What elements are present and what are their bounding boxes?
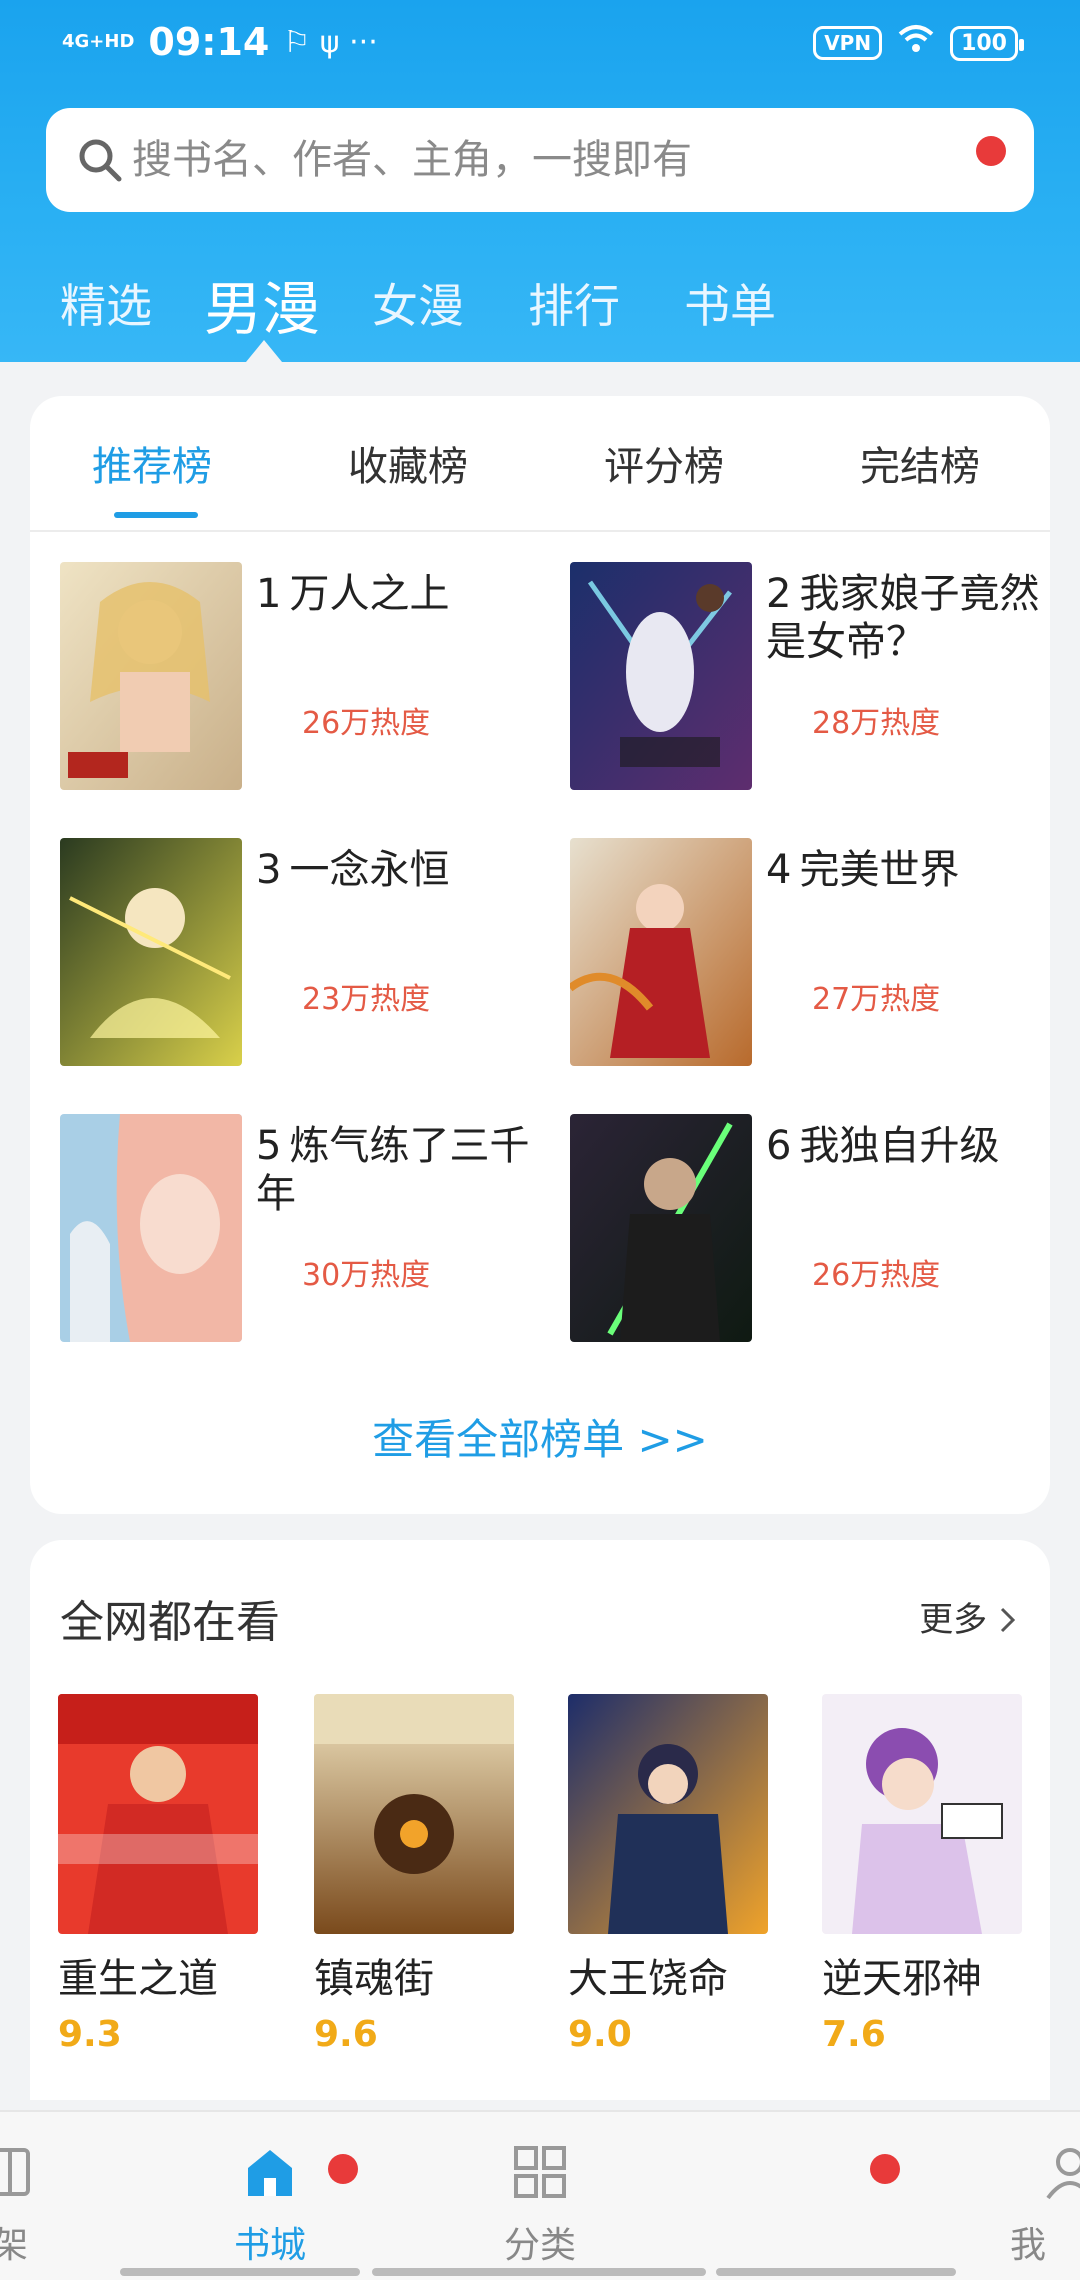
more-link[interactable]: 更多: [919, 1592, 1018, 1641]
nav-label: 架: [0, 2225, 28, 2266]
nav-label: 书城: [233, 2225, 306, 2266]
rank-tab-underline: [114, 512, 198, 518]
rank-number: 6: [766, 1123, 792, 1169]
comic-score: 9.6: [314, 2014, 378, 2055]
tab-booklist[interactable]: 书单: [684, 270, 776, 336]
chevron-right-icon: [1000, 1607, 1016, 1633]
bottom-navigation: 架 书城 分类 我: [0, 2110, 1080, 2280]
comic-cover[interactable]: [314, 1694, 514, 1934]
status-time: 09:14: [148, 20, 270, 64]
heat-count: 26万热度: [302, 706, 431, 741]
tab-collection-rank[interactable]: 收藏榜: [348, 434, 468, 492]
rank-number: 1: [256, 571, 282, 617]
comic-title: 万人之上: [289, 571, 450, 617]
comic-title: 镇魂街: [314, 1956, 434, 2002]
vpn-badge: VPN: [813, 26, 883, 60]
comic-cover[interactable]: [60, 562, 242, 790]
comic-title: 完美世界: [799, 847, 960, 893]
home-indicator: [120, 2268, 360, 2276]
rank-item[interactable]: 5 炼气练了三千年 30万热度: [60, 1114, 540, 1344]
comic-score: 9.3: [58, 2014, 122, 2055]
top-tabs: 精选 男漫 女漫 排行 书单: [0, 256, 1080, 352]
home-indicator: [372, 2268, 706, 2276]
comic-cover[interactable]: [568, 1694, 768, 1934]
comic-title: 大王饶命: [568, 1956, 728, 2002]
heat-count: 23万热度: [302, 982, 431, 1017]
tab-featured[interactable]: 精选: [60, 270, 152, 336]
signal-indicator: 4G+HD: [62, 31, 135, 52]
comic-cover[interactable]: [570, 562, 752, 790]
trending-comic[interactable]: 逆天邪神 7.6: [822, 1694, 1022, 2055]
grid-icon: [514, 2146, 566, 2198]
search-notification-dot: [976, 136, 1006, 166]
heat-count: 30万热度: [302, 1258, 431, 1293]
tab-completed-rank[interactable]: 完结榜: [860, 434, 980, 492]
notification-dot: [328, 2154, 358, 2184]
heat-count: 28万热度: [812, 706, 941, 741]
trending-comic[interactable]: 大王饶命 9.0: [568, 1694, 768, 2055]
notification-dot: [870, 2154, 900, 2184]
rank-number: 4: [766, 847, 792, 893]
trending-comic[interactable]: 镇魂街 9.6: [314, 1694, 514, 2055]
search-bar[interactable]: [46, 108, 1034, 212]
home-indicator: [716, 2268, 956, 2276]
rank-number: 2: [766, 571, 792, 617]
comic-score: 9.0: [568, 2014, 632, 2055]
nav-category[interactable]: 分类: [460, 2142, 620, 2268]
more-label: 更多: [919, 1600, 988, 1640]
nav-mine[interactable]: 我: [990, 2142, 1080, 2268]
heat-count: 27万热度: [812, 982, 941, 1017]
tab-recommend-rank[interactable]: 推荐榜: [92, 434, 212, 492]
comic-cover[interactable]: [60, 1114, 242, 1342]
comic-cover[interactable]: [570, 1114, 752, 1342]
comic-score: 7.6: [822, 2014, 886, 2055]
tab-female-comics[interactable]: 女漫: [372, 270, 464, 336]
comic-title: 我家娘子竟然是女帝？: [766, 571, 1040, 665]
battery-indicator: 100: [950, 25, 1024, 61]
notification-icons: ⚐ ψ ···: [283, 24, 378, 60]
tab-rating-rank[interactable]: 评分榜: [604, 434, 724, 492]
comic-title: 一念永恒: [289, 847, 450, 893]
rank-item[interactable]: 2 我家娘子竟然是女帝？ 28万热度: [570, 562, 1050, 792]
rank-item[interactable]: 6 我独自升级 26万热度: [570, 1114, 1050, 1344]
section-title: 全网都在看: [60, 1597, 280, 1648]
comic-title: 炼气练了三千年: [256, 1123, 530, 1217]
comic-cover[interactable]: [822, 1694, 1022, 1934]
tab-male-comics[interactable]: 男漫: [204, 262, 320, 346]
trending-comic[interactable]: 重生之道 9.3: [58, 1694, 258, 2055]
user-icon: [1046, 2148, 1080, 2200]
nav-label: 我: [1010, 2225, 1047, 2266]
comic-cover[interactable]: [58, 1694, 258, 1934]
ranking-card: 推荐榜 收藏榜 评分榜 完结榜 1 万人之上 26万热度 2 我家娘子竟然是女帝？ …: [30, 396, 1050, 1514]
search-input[interactable]: [132, 130, 972, 190]
ranking-tabs: 推荐榜 收藏榜 评分榜 完结榜: [30, 396, 1050, 532]
rank-item[interactable]: 1 万人之上 26万热度: [60, 562, 540, 792]
comic-title: 重生之道: [58, 1956, 218, 2002]
home-icon: [248, 2150, 292, 2196]
tab-ranking[interactable]: 排行: [528, 270, 620, 336]
status-bar: 4G+HD 09:14 ⚐ ψ ··· VPN 100: [0, 0, 1080, 86]
rank-number: 5: [256, 1123, 282, 1169]
rank-number: 3: [256, 847, 282, 893]
nav-bookshelf[interactable]: 架: [0, 2142, 90, 2268]
rank-item[interactable]: 3 一念永恒 23万热度: [60, 838, 540, 1068]
nav-label: 分类: [503, 2225, 576, 2266]
comic-cover[interactable]: [570, 838, 752, 1066]
header: 4G+HD 09:14 ⚐ ψ ··· VPN 100 精选 男漫 女漫 排行 …: [0, 0, 1080, 362]
wifi-icon: [898, 24, 934, 62]
view-all-rankings-link[interactable]: 查看全部榜单 >>: [30, 1406, 1050, 1467]
comic-title: 逆天邪神: [822, 1956, 982, 2002]
comic-title: 我独自升级: [799, 1123, 1000, 1169]
heat-count: 26万热度: [812, 1258, 941, 1293]
search-icon: [79, 139, 122, 182]
bookshelf-icon: [0, 2148, 30, 2196]
trending-section: 全网都在看 更多 重生之道 9.3 镇魂街 9.6 大王饶命 9.0 逆天邪神 …: [30, 1540, 1050, 2100]
nav-bookstore[interactable]: 书城: [190, 2142, 350, 2268]
active-tab-indicator: [246, 340, 282, 362]
rank-item[interactable]: 4 完美世界 27万热度: [570, 838, 1050, 1068]
comic-cover[interactable]: [60, 838, 242, 1066]
